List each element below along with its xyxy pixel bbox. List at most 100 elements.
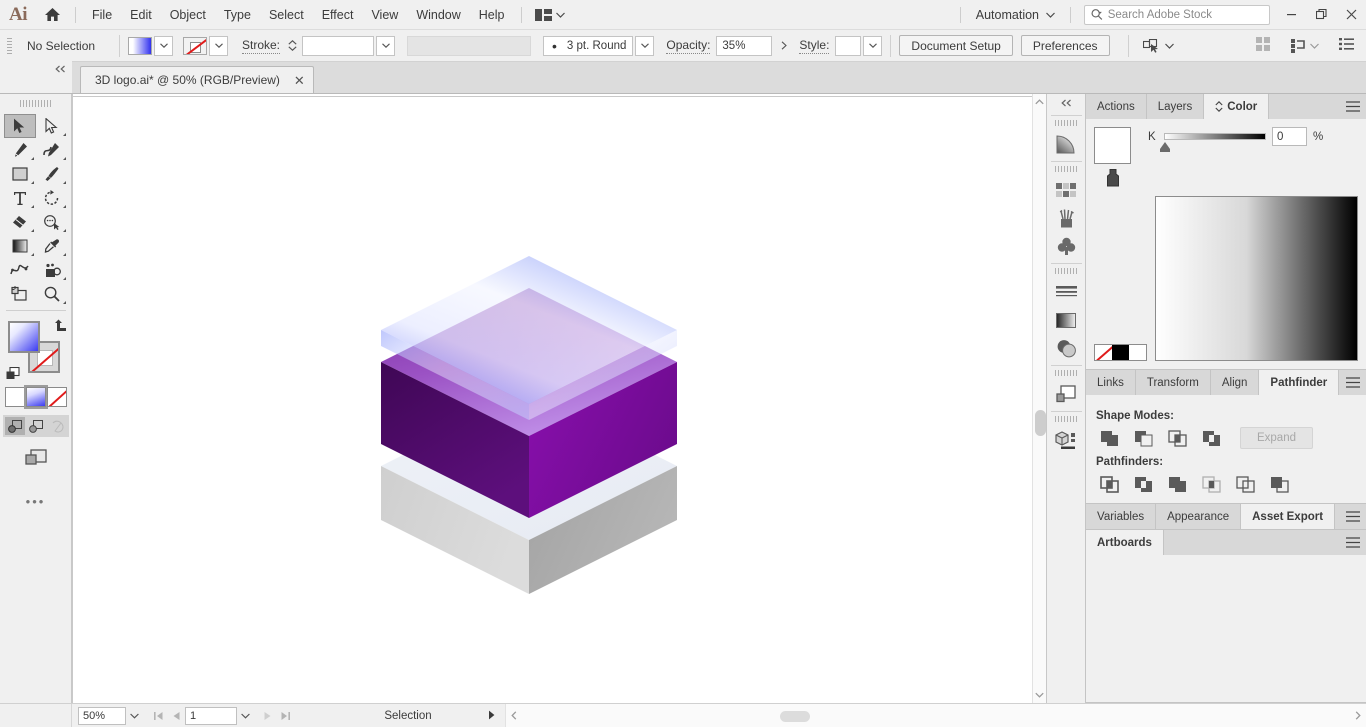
status-menu-arrow-icon[interactable] xyxy=(488,710,495,722)
fill-color-control[interactable] xyxy=(128,35,173,56)
symbols-panel-icon[interactable] xyxy=(1050,232,1082,260)
rectangle-tool[interactable] xyxy=(4,162,36,186)
gradient-fill-icon[interactable] xyxy=(1050,306,1082,334)
pen-tool[interactable] xyxy=(4,138,36,162)
gradient-panel-icon[interactable] xyxy=(1050,130,1082,158)
rotate-tool[interactable] xyxy=(36,186,68,210)
menu-view[interactable]: View xyxy=(362,3,407,27)
next-artboard-icon[interactable] xyxy=(258,707,276,725)
transparency-panel-icon[interactable] xyxy=(1050,334,1082,362)
edit-toolbar-ellipsis[interactable]: ••• xyxy=(26,494,46,509)
color-mode-none[interactable] xyxy=(46,387,67,407)
unite-button[interactable] xyxy=(1096,427,1122,449)
tab-artboards[interactable]: Artboards xyxy=(1086,530,1164,555)
stroke-dropdown-button[interactable] xyxy=(209,35,228,56)
rail-grip-4[interactable] xyxy=(1055,370,1077,377)
tab-asset-export[interactable]: Asset Export xyxy=(1241,504,1336,529)
grayscale-spectrum[interactable] xyxy=(1155,196,1358,361)
grid-view-icon[interactable] xyxy=(1256,37,1271,54)
document-tab[interactable]: 3D logo.ai* @ 50% (RGB/Preview) ✕ xyxy=(80,66,314,93)
horizontal-scrollbar[interactable] xyxy=(505,703,1366,727)
draw-behind-mode[interactable] xyxy=(26,417,46,435)
draw-inside-mode[interactable] xyxy=(47,417,67,435)
swap-fill-stroke-icon[interactable] xyxy=(54,319,68,335)
eyedropper-tool[interactable] xyxy=(36,234,68,258)
tab-pathfinder[interactable]: Pathfinder xyxy=(1259,370,1340,395)
panel-list-icon[interactable] xyxy=(1339,38,1354,53)
scroll-down-icon[interactable] xyxy=(1035,687,1044,703)
eraser-tool[interactable] xyxy=(4,210,36,234)
k-slider-track[interactable] xyxy=(1160,133,1266,152)
toolbar-collapse-icon[interactable] xyxy=(0,61,72,93)
merge-button[interactable] xyxy=(1164,473,1190,495)
stroke-color-control[interactable] xyxy=(183,35,228,56)
3d-materials-panel-icon[interactable] xyxy=(1050,426,1082,454)
align-options-icon[interactable] xyxy=(1285,37,1325,55)
selection-tool[interactable] xyxy=(3,114,36,138)
tab-color[interactable]: Color xyxy=(1204,94,1270,119)
layers-panel-icon[interactable] xyxy=(1050,380,1082,408)
direct-selection-tool[interactable] xyxy=(36,114,68,138)
exclude-button[interactable] xyxy=(1198,427,1224,449)
outline-button[interactable] xyxy=(1232,473,1258,495)
zoom-tool[interactable] xyxy=(36,282,68,306)
type-tool[interactable] xyxy=(4,186,36,210)
zoom-dropdown-button[interactable] xyxy=(126,707,143,725)
divide-button[interactable] xyxy=(1096,473,1122,495)
vertical-scroll-thumb[interactable] xyxy=(1034,410,1046,436)
white-swatch[interactable] xyxy=(1129,345,1146,360)
rail-grip-3[interactable] xyxy=(1055,268,1077,275)
zoom-level-field[interactable]: 50% xyxy=(78,706,126,725)
vertical-scroll-track[interactable] xyxy=(1033,110,1047,687)
black-swatch[interactable] xyxy=(1112,345,1129,360)
scroll-up-icon[interactable] xyxy=(1035,94,1044,110)
curvature-tool[interactable] xyxy=(36,138,68,162)
tab-variables[interactable]: Variables xyxy=(1086,504,1157,529)
swatches-panel-icon[interactable] xyxy=(1050,176,1082,204)
artboard-dropdown-button[interactable] xyxy=(237,707,254,725)
3d-layered-cube-logo[interactable] xyxy=(377,234,682,607)
change-screen-mode-icon[interactable] xyxy=(24,449,48,472)
color-mode-flat[interactable] xyxy=(4,387,25,407)
menu-file[interactable]: File xyxy=(83,3,121,27)
first-artboard-icon[interactable] xyxy=(149,707,167,725)
none-swatch[interactable] xyxy=(1095,345,1112,360)
artboard-tool[interactable] xyxy=(4,282,36,306)
collapse-icon[interactable] xyxy=(1047,94,1086,112)
menu-select[interactable]: Select xyxy=(260,3,313,27)
menu-window[interactable]: Window xyxy=(407,3,469,27)
tab-actions[interactable]: Actions xyxy=(1086,94,1147,119)
style-field[interactable] xyxy=(835,35,862,56)
current-fill-swatch[interactable] xyxy=(1094,127,1131,164)
k-slider-thumb[interactable] xyxy=(1160,142,1170,152)
stroke-weight-dropdown[interactable] xyxy=(376,35,396,56)
blend-tool[interactable] xyxy=(4,258,36,282)
opacity-options-button[interactable] xyxy=(774,36,793,56)
minus-back-button[interactable] xyxy=(1266,473,1292,495)
trim-button[interactable] xyxy=(1130,473,1156,495)
canvas-viewport[interactable] xyxy=(72,94,1032,703)
default-fill-stroke-icon[interactable] xyxy=(6,366,20,379)
gradient-tool[interactable] xyxy=(4,234,36,258)
tab-layers[interactable]: Layers xyxy=(1146,94,1205,119)
menu-type[interactable]: Type xyxy=(215,3,260,27)
menu-effect[interactable]: Effect xyxy=(313,3,363,27)
paintbrush-tool[interactable] xyxy=(36,162,68,186)
style-dropdown-button[interactable] xyxy=(863,35,883,56)
rail-grip-2[interactable] xyxy=(1055,166,1077,173)
document-setup-button[interactable]: Document Setup xyxy=(899,35,1013,56)
scroll-left-icon[interactable] xyxy=(506,711,522,720)
minus-front-button[interactable] xyxy=(1130,427,1156,449)
close-icon[interactable] xyxy=(1336,0,1366,30)
panel-menu-icon[interactable] xyxy=(1340,530,1366,555)
stock-search[interactable] xyxy=(1084,4,1270,25)
home-icon[interactable] xyxy=(36,0,68,30)
panel-menu-icon[interactable] xyxy=(1340,370,1366,395)
tab-links[interactable]: Links xyxy=(1086,370,1136,395)
symbol-sprayer-tool[interactable] xyxy=(36,258,68,282)
menu-help[interactable]: Help xyxy=(470,3,514,27)
style-label[interactable]: Style: xyxy=(799,38,830,54)
opacity-field[interactable]: 35% xyxy=(716,35,773,56)
minimize-icon[interactable] xyxy=(1276,0,1306,30)
panel-menu-icon[interactable] xyxy=(1340,504,1366,529)
